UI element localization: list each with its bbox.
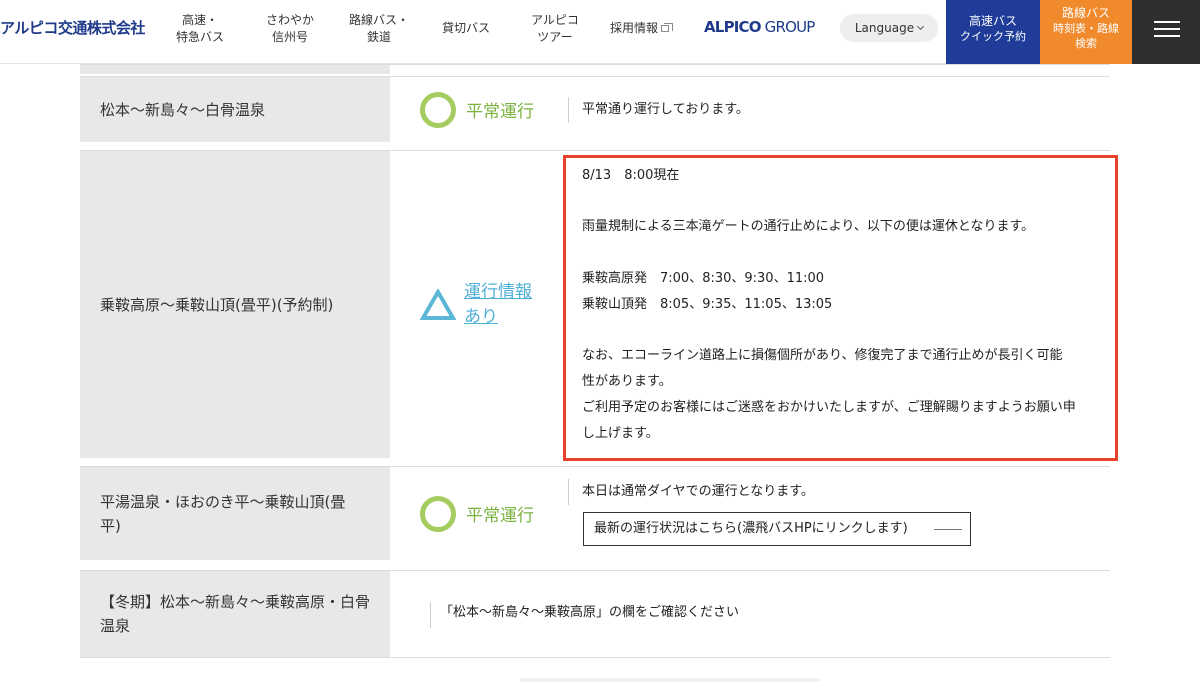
detail-line: ご利用予定のお客様にはご迷惑をおかけいたしますが、ご理解賜りますようお願い申 xyxy=(582,400,1076,415)
route-cell xyxy=(80,65,390,74)
nav-local-bus-railway[interactable]: 路線バス・ 鉄道 xyxy=(349,12,409,46)
nav-sawayaka[interactable]: さわやか 信州号 xyxy=(266,12,314,46)
table-row: 【冬期】松本〜新島々〜乗鞍高原・白骨 温泉 「松本〜新島々〜乗鞍高原」の欄をご確… xyxy=(80,570,1110,658)
nav-label: 信州号 xyxy=(272,30,309,44)
link-line-2: あり xyxy=(464,306,498,327)
nav-label: 鉄道 xyxy=(367,30,392,44)
nav-charter-bus[interactable]: 貸切バス xyxy=(442,20,490,37)
nav-alpico-tour[interactable]: アルピコ ツアー xyxy=(531,12,579,46)
route-line-2: 平) xyxy=(100,516,121,535)
status-cell: 平常運行 xyxy=(420,77,570,142)
detail-text: 本日は通常ダイヤでの運行となります。 xyxy=(582,484,814,499)
alpico-group-logo[interactable]: ALPICO GROUP xyxy=(704,18,815,36)
route-name: 平湯温泉・ほおのき平〜乗鞍山頂(畳 平) xyxy=(80,467,390,560)
nav-label: 高速・ xyxy=(182,13,219,27)
divider xyxy=(568,97,569,123)
route-timetable-search-button[interactable]: 路線バス 時刻表・路線 検索 xyxy=(1040,0,1132,64)
detail-line: 8/13 8:00現在 xyxy=(582,168,680,183)
route-line-1: 平湯温泉・ほおのき平〜乗鞍山頂(畳 xyxy=(100,492,346,511)
route-label-2: 時刻表・路線 xyxy=(1053,22,1119,35)
detail-line: 乗鞍山頂発 8:05、9:35、11:05、13:05 xyxy=(582,297,833,312)
detail-line: 雨量規制による三本滝ゲートの通行止めにより、以下の便は運休となります。 xyxy=(582,219,1035,234)
route-name: 乗鞍高原〜乗鞍山頂(畳平)(予約制) xyxy=(80,151,390,458)
route-label-1: 路線バス xyxy=(1061,6,1110,20)
detail-line: し上げます。 xyxy=(582,426,659,441)
chevron-down-icon xyxy=(917,22,925,31)
menu-bar xyxy=(1154,28,1180,30)
group-logo-thin: GROUP xyxy=(760,18,816,36)
site-header: アルピコ交通株式会社 高速・ 特急バス さわやか 信州号 路線バス・ 鉄道 貸切… xyxy=(0,0,1200,64)
hamburger-menu-icon[interactable] xyxy=(1132,0,1200,64)
nohi-bus-link-button[interactable]: 最新の運行状況はこちら(濃飛バスHPにリンクします) xyxy=(583,512,971,546)
detail-text: 平常通り運行しております。 xyxy=(582,102,749,117)
route-line-2: 温泉 xyxy=(100,617,131,635)
circle-normal-icon xyxy=(420,495,456,532)
scroll-shadow xyxy=(520,678,820,682)
table-row xyxy=(80,64,1110,74)
nav-label: 貸切バス xyxy=(442,21,491,35)
route-line-1: 【冬期】松本〜新島々〜乗鞍高原・白骨 xyxy=(100,593,371,611)
nav-recruit[interactable]: 採用情報 xyxy=(610,20,674,37)
nav-label: 特急バス xyxy=(176,30,225,44)
table-row: 乗鞍高原〜乗鞍山頂(畳平)(予約制) 運行情報 あり 8/13 8:00現在 雨… xyxy=(80,150,1110,458)
nav-label: 路線バス・ xyxy=(349,13,410,27)
table-row: 松本〜新島々〜白骨温泉 平常運行 平常通り運行しております。 xyxy=(80,76,1110,142)
external-link-icon xyxy=(661,23,674,32)
language-button[interactable]: Language xyxy=(840,14,938,42)
group-logo-bold: ALPICO xyxy=(704,18,761,36)
triangle-warning-icon xyxy=(420,288,456,320)
menu-bar xyxy=(1154,35,1180,37)
divider xyxy=(430,602,431,628)
quick-label-1: 高速バス xyxy=(968,14,1017,28)
arrow-line-icon xyxy=(934,529,962,530)
status-cell: 運行情報 あり xyxy=(420,151,570,458)
status-text: 平常運行 xyxy=(466,506,534,526)
company-logo[interactable]: アルピコ交通株式会社 xyxy=(0,17,145,38)
quick-label-2: クイック予約 xyxy=(960,30,1026,43)
route-label-3: 検索 xyxy=(1075,37,1097,50)
menu-bar xyxy=(1154,21,1180,23)
status-text: 平常運行 xyxy=(466,102,534,122)
express-quick-reserve-button[interactable]: 高速バス クイック予約 xyxy=(946,0,1040,64)
route-name: 【冬期】松本〜新島々〜乗鞍高原・白骨 温泉 xyxy=(80,571,390,657)
detail-text: 「松本〜新島々〜乗鞍高原」の欄をご確認ください xyxy=(440,605,740,620)
divider xyxy=(568,479,569,505)
route-name: 松本〜新島々〜白骨温泉 xyxy=(80,77,390,142)
nav-express-bus[interactable]: 高速・ 特急バス xyxy=(176,12,224,46)
circle-normal-icon xyxy=(420,91,456,128)
nav-label: ツアー xyxy=(537,30,573,44)
link-label: 最新の運行状況はこちら(濃飛バスHPにリンクします) xyxy=(594,521,908,536)
detail-line: 性があります。 xyxy=(582,374,672,389)
status-cell: 平常運行 xyxy=(420,467,570,560)
detail-line: 乗鞍高原発 7:00、8:30、9:30、11:00 xyxy=(582,271,825,286)
nav-label: さわやか xyxy=(266,13,315,27)
operation-info-link[interactable]: 運行情報 あり xyxy=(464,280,532,330)
link-line-1: 運行情報 xyxy=(464,281,532,302)
nav-label: アルピコ xyxy=(531,13,579,27)
language-label: Language xyxy=(854,21,915,35)
nav-label: 採用情報 xyxy=(610,21,659,35)
detail-line: なお、エコーライン道路上に損傷個所があり、修復完了まで通行止めが長引く可能 xyxy=(582,348,1063,363)
table-row: 平湯温泉・ほおのき平〜乗鞍山頂(畳 平) 平常運行 本日は通常ダイヤでの運行とな… xyxy=(80,466,1110,560)
